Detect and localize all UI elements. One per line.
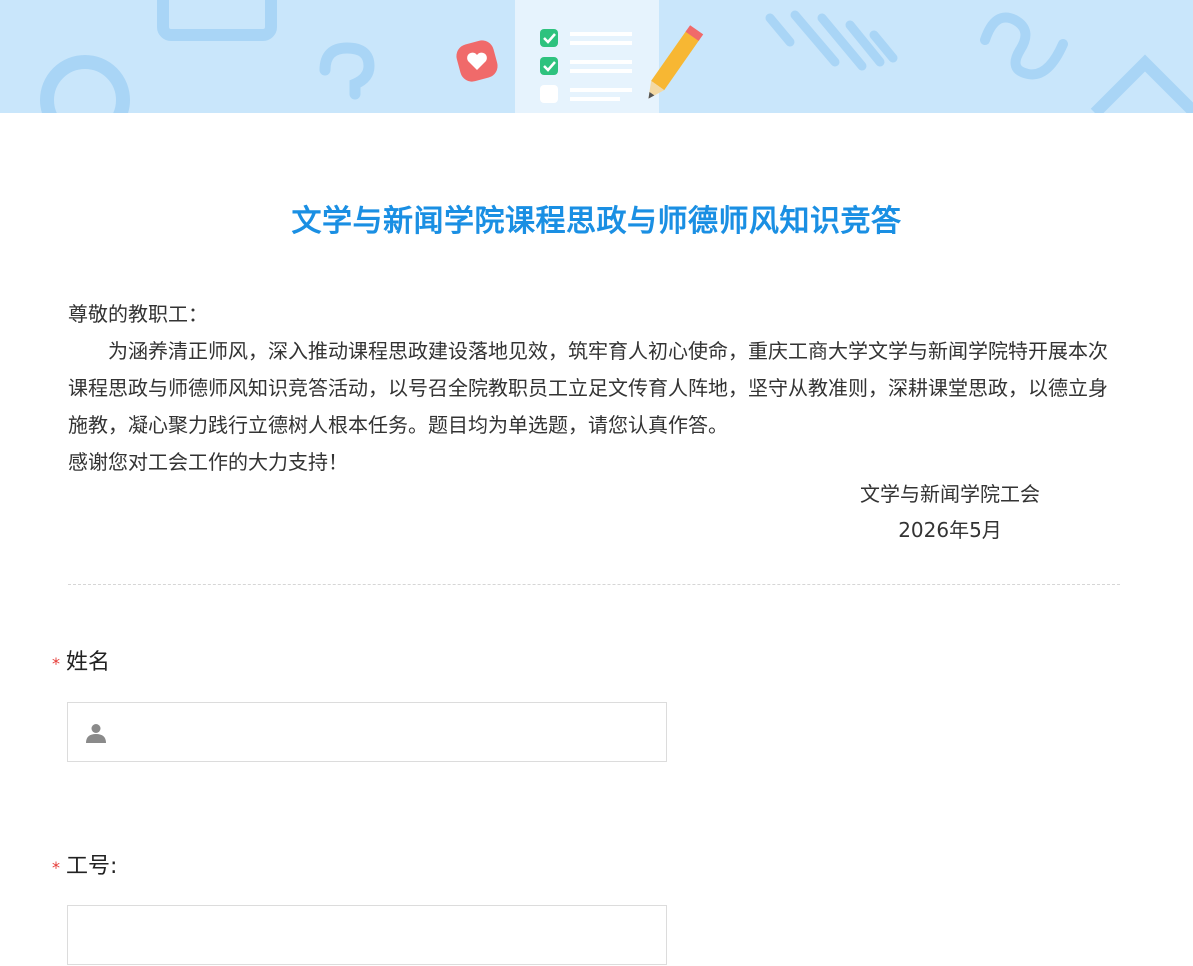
heart-icon [456, 40, 498, 82]
question-name-label: * 姓名 [52, 644, 110, 676]
name-field[interactable] [67, 702, 667, 763]
checklist-icon [515, 0, 659, 113]
user-icon [86, 724, 106, 743]
signature-date: 2026年5月 [898, 518, 1002, 542]
question-id-text: 工号: [66, 854, 118, 879]
name-input[interactable] [118, 703, 652, 763]
signature: 文学与新闻学院工会 [860, 482, 1040, 506]
decor-stripes-icon [765, 10, 898, 71]
required-mark: * [52, 653, 60, 673]
question-id-label: * 工号: [52, 848, 117, 880]
decor-circle-icon [40, 55, 130, 113]
intro-greeting: 尊敬的教职工： [68, 302, 208, 326]
question-name-text: 姓名 [66, 650, 111, 675]
employee-id-field[interactable] [67, 905, 667, 966]
banner-illustration [40, 0, 1193, 113]
intro-body: 为涵养清正师风，深入推动课程思政建设落地见效，筑牢育人初心使命，重庆工商大学文学… [68, 339, 1108, 437]
decor-triangle-icon [1090, 54, 1193, 113]
section-divider [68, 584, 1120, 585]
decor-squiggle-icon [980, 12, 1068, 80]
required-mark: * [52, 857, 60, 877]
intro-thanks: 感谢您对工会工作的大力支持！ [68, 450, 348, 474]
decor-question-icon [319, 42, 375, 100]
employee-id-input[interactable] [84, 906, 618, 966]
intro-section: 尊敬的教职工： 为涵养清正师风，深入推动课程思政建设落地见效，筑牢育人初心使命，… [68, 296, 1118, 481]
decor-frame-icon [157, 0, 277, 41]
header-banner [0, 0, 1193, 113]
page-title: 文学与新闻学院课程思政与师德师风知识竞答 [291, 204, 902, 239]
